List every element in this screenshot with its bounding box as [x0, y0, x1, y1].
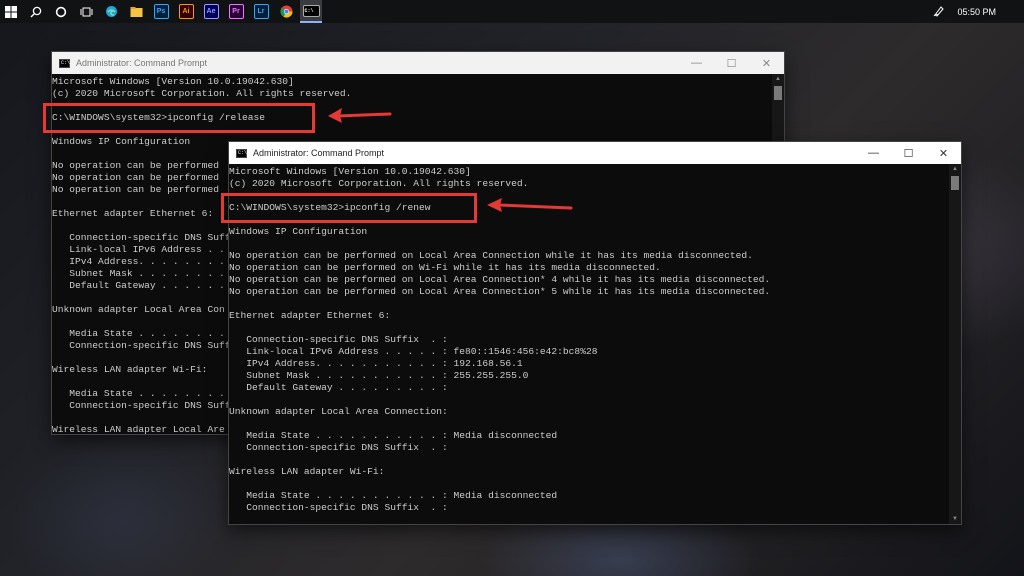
arrow-icon: [487, 198, 573, 212]
console-line: No operation can be performed on Local A…: [229, 286, 771, 297]
console-line: IPv4 Address. . . . . . . . . . . : 192.…: [229, 358, 523, 369]
photoshop-icon[interactable]: Ps: [150, 0, 172, 23]
search-icon[interactable]: [25, 0, 47, 23]
cortana-icon[interactable]: [50, 0, 72, 23]
system-tray: 05:50 PM: [933, 0, 1024, 23]
edge-icon[interactable]: [100, 0, 122, 23]
command-prompt-icon: C:\: [236, 148, 248, 158]
illustrator-icon[interactable]: Ai: [175, 0, 197, 23]
console-line: No operation can be performed on Wi-Fi w…: [229, 262, 661, 273]
scroll-thumb[interactable]: [951, 176, 959, 190]
highlight-box-release: [43, 103, 315, 133]
console-line: Connection-specific DNS Suffix . :: [229, 502, 448, 513]
window-title: Administrator: Command Prompt: [76, 58, 208, 68]
arrow-icon: [328, 108, 392, 123]
clock[interactable]: 05:50 PM: [957, 7, 996, 17]
windows-start-icon[interactable]: [0, 0, 22, 23]
pen-icon[interactable]: [933, 5, 945, 19]
console-line: Microsoft Windows [Version 10.0.19042.63…: [229, 166, 471, 177]
file-explorer-icon[interactable]: [125, 0, 147, 23]
console-line: Link-local IPv6 Address . . . . . : fe80…: [229, 346, 598, 357]
scroll-up-icon[interactable]: ▲: [772, 74, 784, 84]
maximize-button[interactable]: ☐: [714, 52, 749, 74]
close-button[interactable]: ✕: [926, 142, 961, 164]
window-title: Administrator: Command Prompt: [253, 148, 385, 158]
scroll-thumb[interactable]: [774, 86, 782, 100]
console-line: Microsoft Windows [Version 10.0.19042.63…: [52, 76, 294, 87]
console-line: No operation can be performed on Local A…: [229, 250, 753, 261]
maximize-button[interactable]: ☐: [891, 142, 926, 164]
minimize-button[interactable]: —: [856, 142, 891, 164]
scroll-down-icon[interactable]: ▼: [949, 514, 961, 524]
console-line: Unknown adapter Local Area Connection:: [229, 406, 448, 417]
console-line: Connection-specific DNS Suffix . :: [229, 334, 448, 345]
console-line: Wireless LAN adapter Wi-Fi:: [229, 466, 385, 477]
console-line: Media State . . . . . . . . . . . : Medi…: [229, 490, 558, 501]
console-line: Connection-specific DNS Suffix . :: [229, 442, 448, 453]
taskbar: Ps Ai Ae Pr Lr C:\ 05:50 PM: [0, 0, 1024, 23]
highlight-box-renew: [221, 193, 477, 223]
console-line: Windows IP Configuration: [229, 226, 368, 237]
scrollbar[interactable]: ▲ ▼: [949, 164, 961, 524]
task-view-icon[interactable]: [75, 0, 97, 23]
scroll-up-icon[interactable]: ▲: [949, 164, 961, 174]
title-bar[interactable]: C:\ Administrator: Command Prompt — ☐ ✕: [229, 142, 961, 164]
console-line: No operation can be performed on Local A…: [229, 274, 771, 285]
minimize-button[interactable]: —: [679, 52, 714, 74]
console-line: Default Gateway . . . . . . . . . :: [229, 382, 448, 393]
console-line: Media State . . . . . . . . . . . : Medi…: [229, 430, 558, 441]
chrome-icon[interactable]: [275, 0, 297, 23]
title-bar[interactable]: C:\ Administrator: Command Prompt — ☐ ✕: [52, 52, 784, 74]
console-line: Subnet Mask . . . . . . . . . . . : 255.…: [229, 370, 529, 381]
premiere-icon[interactable]: Pr: [225, 0, 247, 23]
command-prompt-icon: C:\: [59, 58, 71, 68]
console-line: Ethernet adapter Ethernet 6:: [229, 310, 391, 321]
close-button[interactable]: ✕: [749, 52, 784, 74]
console-line: (c) 2020 Microsoft Corporation. All righ…: [52, 88, 352, 99]
command-prompt-icon[interactable]: C:\: [300, 0, 322, 23]
after-effects-icon[interactable]: Ae: [200, 0, 222, 23]
lightroom-icon[interactable]: Lr: [250, 0, 272, 23]
console-line: (c) 2020 Microsoft Corporation. All righ…: [229, 178, 529, 189]
